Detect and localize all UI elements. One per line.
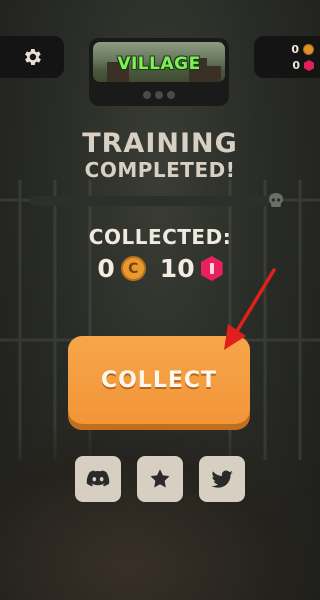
twitter-icon: [211, 470, 233, 488]
discord-icon: [86, 470, 110, 487]
reward-gems-value: 10: [159, 254, 195, 283]
page-dot[interactable]: [167, 91, 175, 99]
level-selector[interactable]: VILLAGE: [89, 38, 229, 106]
progress-bar: [30, 196, 274, 206]
twitter-button[interactable]: [199, 456, 245, 502]
skull-icon: [269, 193, 283, 207]
level-thumbnail: VILLAGE: [93, 42, 225, 82]
level-name: VILLAGE: [117, 54, 201, 74]
star-icon: [150, 469, 170, 488]
coin-balance: 0: [291, 43, 314, 56]
reward-coins-value: 0: [97, 254, 115, 283]
gem-balance: 0: [292, 59, 314, 72]
settings-button[interactable]: [0, 36, 64, 78]
gem-icon: [304, 60, 314, 71]
collected-label: COLLECTED:: [88, 225, 232, 249]
currency-panel: 0 0: [254, 36, 320, 78]
coin-icon: [303, 44, 314, 55]
level-pagination: [89, 91, 229, 99]
rate-button[interactable]: [137, 456, 183, 502]
status-title-line2: COMPLETED!: [84, 158, 236, 182]
gear-icon: [25, 49, 41, 65]
discord-button[interactable]: [75, 456, 121, 502]
page-dot[interactable]: [143, 91, 151, 99]
coin-balance-value: 0: [291, 43, 299, 56]
status-title-line1: TRAINING: [82, 128, 238, 159]
annotation-arrow-icon: [224, 268, 276, 350]
coin-icon: C: [120, 256, 146, 281]
page-dot[interactable]: [155, 91, 163, 99]
gem-balance-value: 0: [292, 59, 300, 72]
